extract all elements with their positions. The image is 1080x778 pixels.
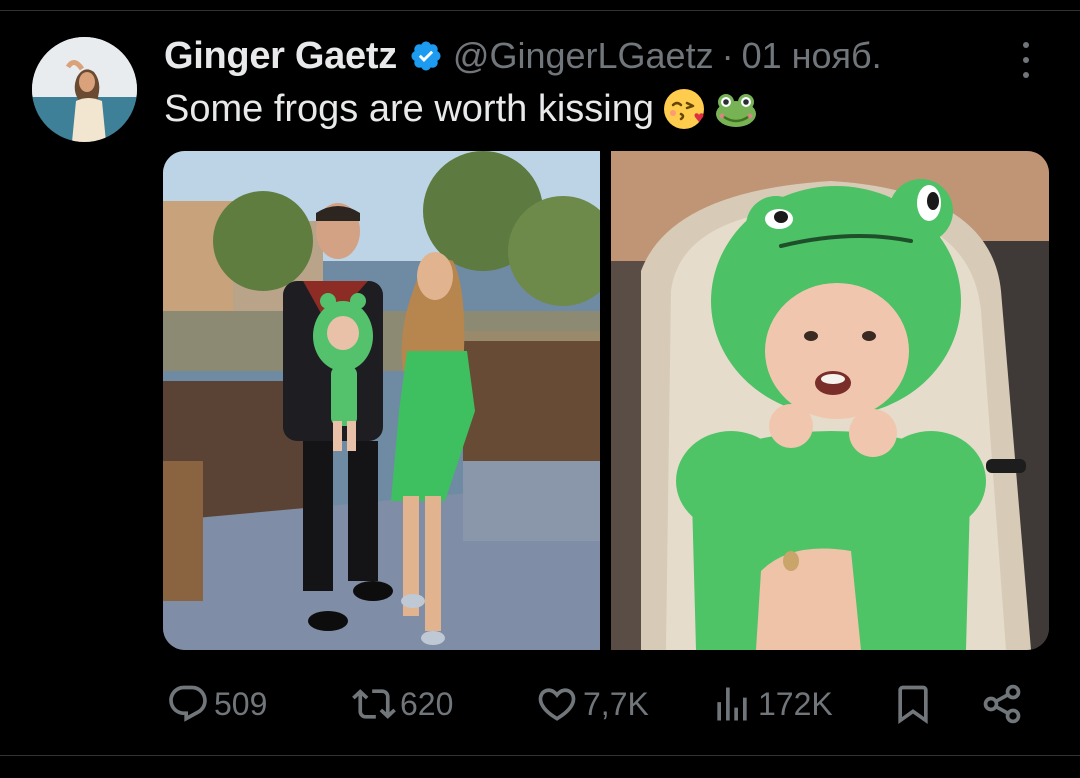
post-media-grid [163,151,1049,650]
analytics-icon [710,682,754,726]
post-date[interactable]: 01 нояб. [742,35,882,77]
post-header: Ginger Gaetz @GingerLGaetz · 01 нояб. [164,33,882,79]
repost-count: 620 [400,685,454,722]
baby-frog-photo[interactable] [611,151,1049,650]
reply-button[interactable]: 509 [166,676,267,732]
verified-badge-icon [409,39,443,73]
reply-count: 509 [214,685,268,722]
more-options-icon[interactable] [1016,40,1036,80]
repost-icon [352,682,396,726]
more-dot [1023,72,1029,78]
like-button[interactable]: 7,7K [535,676,649,732]
author-name[interactable]: Ginger Gaetz [164,35,397,78]
post-text: Some frogs are worth kissing [164,87,654,130]
frog-face-icon [714,87,758,131]
face-blowing-a-kiss-icon [662,87,706,131]
top-divider [0,10,1080,11]
bottom-divider [0,755,1080,756]
more-dot [1023,57,1029,63]
heart-icon [535,682,579,726]
share-icon [980,682,1024,726]
views-count: 172K [758,685,833,722]
bookmark-icon [891,682,935,726]
author-avatar[interactable] [32,37,137,142]
views-button[interactable]: 172K [710,676,833,732]
bookmark-button[interactable] [891,676,935,732]
family-costume-photo[interactable] [163,151,600,650]
like-count: 7,7K [583,685,649,722]
reply-icon [166,682,210,726]
author-handle[interactable]: @GingerLGaetz [453,35,714,77]
header-separator: · [721,35,734,76]
post-text-row: Some frogs are worth kissing [164,85,758,133]
share-button[interactable] [980,676,1024,732]
repost-button[interactable]: 620 [352,676,453,732]
post-actions-bar: 509 620 7,7K 172K [0,676,1080,732]
more-dot [1023,42,1029,48]
avatar-image [32,37,137,142]
